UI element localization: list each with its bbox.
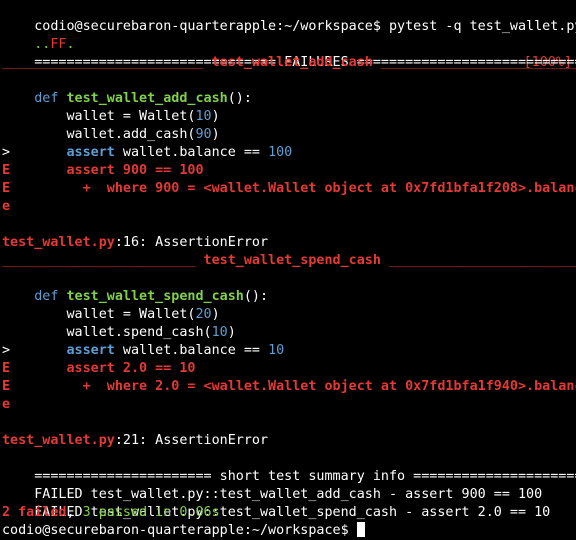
test1-l2-a: wallet.add_cash(: [66, 127, 196, 142]
test1-header: _________________________ test_wallet_ad…: [2, 54, 576, 72]
test2-code-line-1: wallet = Wallet(20): [2, 306, 220, 324]
test2-e1: assert 2.0 == 10: [66, 361, 196, 376]
test1-error-line-2: E + where 900 = <wallet.Wallet object at…: [2, 180, 576, 198]
test1-l1-num: 10: [195, 109, 212, 124]
result-line: 2 failed, 3 passed in 0.06s: [2, 504, 220, 522]
test1-loc-rest: :16: AssertionError: [114, 235, 269, 250]
test1-l1-a: wallet = Wallet(: [66, 109, 196, 124]
progress-line: ..FF. [100%]: [2, 18, 574, 70]
test2-header-left: ________________________: [2, 253, 196, 268]
test1-code-line-1: wallet = Wallet(10): [2, 108, 220, 126]
failures-header: ============================== FAILURES …: [2, 36, 576, 70]
test2-code-line-2: wallet.spend_cash(10): [2, 324, 236, 342]
test2-loc-rest: :21: AssertionError: [114, 433, 269, 448]
test1-header-name: test_wallet_add_cash: [211, 55, 373, 70]
test1-def-name: test_wallet_add_cash: [66, 91, 228, 106]
test1-e1: assert 900 == 100: [66, 163, 204, 178]
result-passed: 3 passed in 0.06s: [82, 505, 220, 520]
test2-e-marker-2: E: [2, 379, 11, 394]
failed-line-1: FAILED test_wallet.py::test_wallet_add_c…: [2, 468, 542, 502]
test2-l1-b: ): [211, 307, 220, 322]
test1-error-line-3: e: [2, 198, 10, 216]
test1-assert-line: > assert wallet.balance == 100: [2, 144, 292, 162]
test1-e3: e: [2, 199, 11, 214]
test2-error-line-2: E + where 2.0 = <wallet.Wallet object at…: [2, 378, 576, 396]
test2-l2-b: ): [227, 325, 236, 340]
test2-error-line-1: E assert 2.0 == 10: [2, 360, 196, 378]
test2-loc-file: test_wallet.py: [2, 433, 115, 448]
test1-e-marker-2: E: [2, 181, 11, 196]
test2-assert-num: 10: [268, 343, 285, 358]
test1-location: test_wallet.py:16: AssertionError: [2, 234, 268, 252]
test2-l1-a: wallet = Wallet(: [66, 307, 196, 322]
test1-error-line-1: E assert 900 == 100: [2, 162, 204, 180]
test2-location: test_wallet.py:21: AssertionError: [2, 432, 268, 450]
test2-e-marker-1: E: [2, 361, 11, 376]
test1-l2-num: 90: [195, 127, 212, 142]
test1-e2: + where 900 = <wallet.Wallet object at 0…: [74, 181, 576, 196]
shell-prompt: codio@securebaron-quarterapple:~/workspa…: [2, 523, 357, 538]
result-failed: 2 failed: [2, 505, 67, 520]
test2-error-line-3: e: [2, 396, 10, 414]
test2-l2-num: 10: [211, 325, 228, 340]
test1-def-tail: ():: [227, 91, 252, 106]
test2-assert-kw: assert: [66, 343, 115, 358]
test2-assert-line: > assert wallet.balance == 10: [2, 342, 284, 360]
test1-def-line: def test_wallet_add_cash():: [2, 90, 252, 108]
test1-header-right: _________________________: [380, 55, 576, 70]
prompt-line[interactable]: codio@securebaron-quarterapple:~/workspa…: [2, 522, 365, 540]
test1-assert-num: 100: [268, 145, 293, 160]
test2-def-line: def test_wallet_spend_cash():: [2, 288, 268, 306]
test1-loc-file: test_wallet.py: [2, 235, 115, 250]
test2-header-name: test_wallet_spend_cash: [203, 253, 381, 268]
terminal-window[interactable]: codio@securebaron-quarterapple:~/workspa…: [0, 0, 576, 540]
result-comma: ,: [66, 505, 83, 520]
failed-line-2: FAILED test_wallet.py::test_wallet_spend…: [2, 486, 550, 520]
test2-header: ________________________ test_wallet_spe…: [2, 252, 576, 270]
test2-assert-mid: wallet.balance ==: [114, 343, 269, 358]
command-line: codio@securebaron-quarterapple:~/workspa…: [2, 0, 576, 34]
test2-e3: e: [2, 397, 11, 412]
test1-assert-mid: wallet.balance ==: [114, 145, 269, 160]
test2-def-keyword: def: [34, 289, 59, 304]
test1-code-line-2: wallet.add_cash(90): [2, 126, 220, 144]
test1-e-marker-1: E: [2, 163, 11, 178]
test1-def-keyword: def: [34, 91, 59, 106]
test1-l1-b: ): [211, 109, 220, 124]
test2-l2-a: wallet.spend_cash(: [66, 325, 212, 340]
summary-header: ====================== short test summar…: [2, 450, 576, 484]
terminal-cursor[interactable]: [356, 522, 365, 537]
test1-assert-kw: assert: [66, 145, 115, 160]
test1-header-left: _________________________: [2, 55, 204, 70]
test2-l1-num: 20: [195, 307, 212, 322]
test2-header-right: ________________________: [388, 253, 576, 268]
test1-marker: >: [2, 145, 11, 160]
test2-def-name: test_wallet_spend_cash: [66, 289, 244, 304]
test2-marker: >: [2, 343, 11, 358]
test1-l2-b: ): [211, 127, 220, 142]
test2-e2: + where 2.0 = <wallet.Wallet object at 0…: [74, 379, 576, 394]
test2-def-tail: ():: [243, 289, 269, 304]
